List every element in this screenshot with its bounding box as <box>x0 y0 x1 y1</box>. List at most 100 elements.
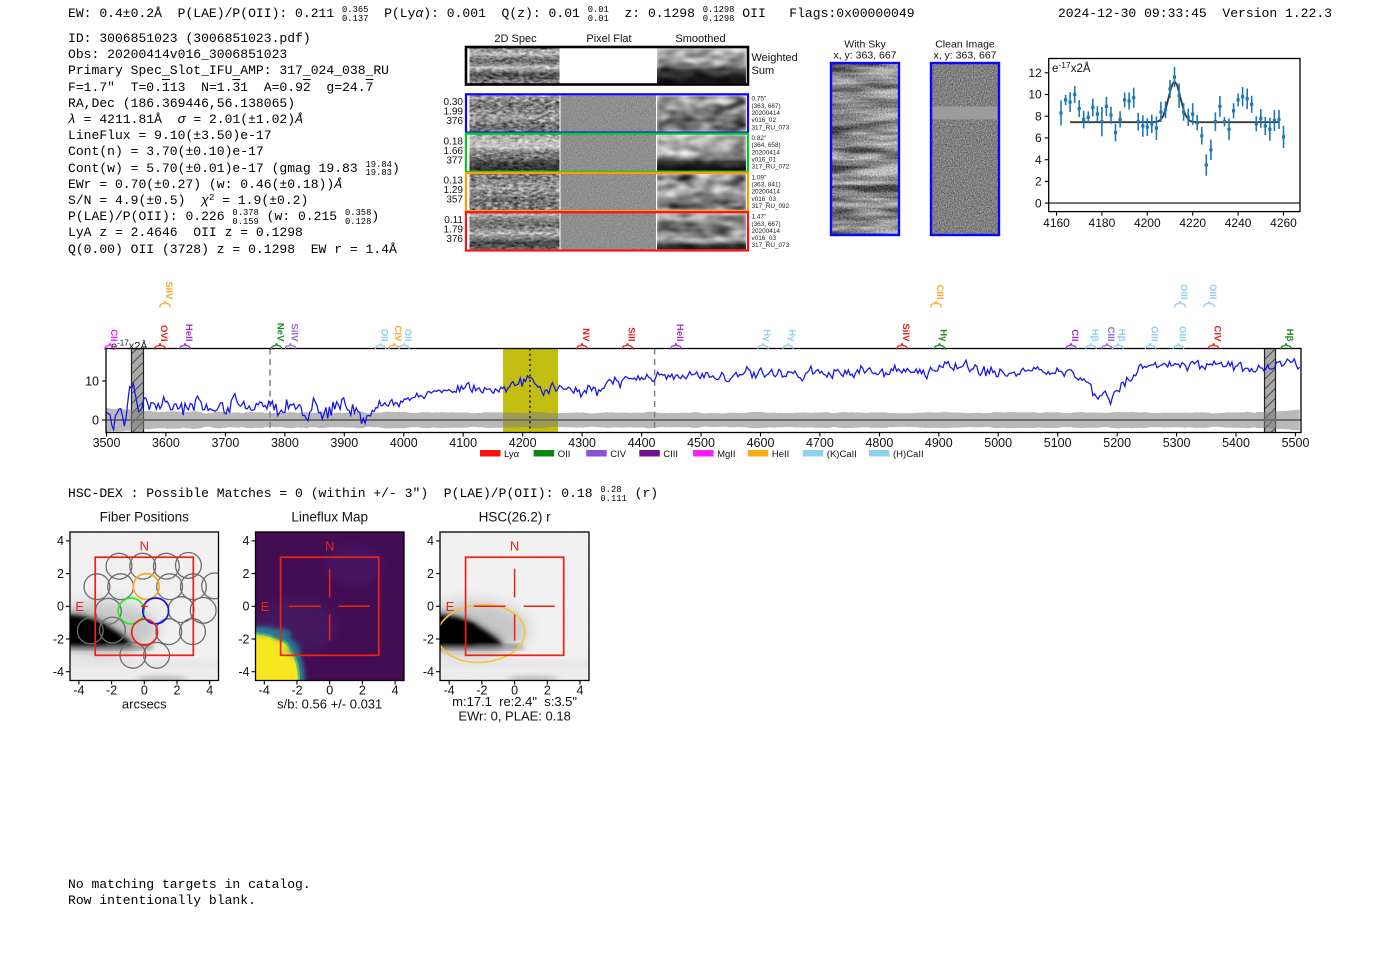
svg-text:2D Spec: 2D Spec <box>494 33 537 45</box>
svg-text:5200: 5200 <box>1103 436 1131 450</box>
svg-text:OIII: OIII <box>1177 326 1188 342</box>
svg-text:Hγ: Hγ <box>761 329 772 342</box>
svg-text:3800: 3800 <box>271 436 299 450</box>
svg-text:0: 0 <box>243 600 250 614</box>
svg-text:CIV: CIV <box>1212 326 1223 343</box>
svg-text:20200414: 20200414 <box>752 110 781 117</box>
svg-text:4260: 4260 <box>1270 216 1297 230</box>
svg-text:N: N <box>325 539 334 554</box>
svg-text:SiII: SiII <box>626 327 637 342</box>
svg-text:3500: 3500 <box>93 436 121 450</box>
svg-text:MgII: MgII <box>717 449 735 460</box>
svg-text:3900: 3900 <box>330 436 358 450</box>
svg-text:4220: 4220 <box>1179 216 1206 230</box>
svg-text:4: 4 <box>206 684 213 698</box>
svg-text:v016_01: v016_01 <box>752 156 777 163</box>
svg-text:(H)CaII: (H)CaII <box>893 449 924 460</box>
svg-text:4200: 4200 <box>509 436 537 450</box>
svg-text:CII: CII <box>108 329 119 342</box>
svg-text:2: 2 <box>57 567 64 581</box>
svg-text:(363, 667): (363, 667) <box>752 221 781 228</box>
svg-text:Lyα: Lyα <box>504 449 520 460</box>
svg-text:-2: -2 <box>53 632 64 646</box>
svg-text:e-17x2Å: e-17x2Å <box>1052 60 1091 75</box>
svg-text:OIII: OIII <box>1178 284 1189 300</box>
svg-text:4600: 4600 <box>747 436 775 450</box>
svg-text:3700: 3700 <box>211 436 239 450</box>
svg-text:4240: 4240 <box>1225 216 1252 230</box>
svg-text:Fiber Positions: Fiber Positions <box>100 510 190 525</box>
svg-text:20200414: 20200414 <box>752 189 781 196</box>
svg-text:4: 4 <box>392 684 399 698</box>
svg-text:Lineflux Map: Lineflux Map <box>291 510 368 525</box>
svg-text:5400: 5400 <box>1222 436 1250 450</box>
svg-text:-4: -4 <box>238 665 249 679</box>
svg-text:12: 12 <box>1028 66 1042 80</box>
svg-text:8: 8 <box>1035 109 1042 123</box>
svg-text:x, y: 363, 667: x, y: 363, 667 <box>833 50 896 62</box>
svg-text:Hβ: Hβ <box>1089 329 1100 342</box>
svg-text:OII: OII <box>558 449 571 460</box>
svg-text:0: 0 <box>92 414 99 428</box>
svg-text:Hβ: Hβ <box>1284 329 1295 342</box>
svg-text:0: 0 <box>141 684 148 698</box>
svg-text:2: 2 <box>1035 175 1042 189</box>
svg-text:-4: -4 <box>423 665 434 679</box>
svg-text:10: 10 <box>85 375 99 389</box>
svg-text:4200: 4200 <box>1134 216 1161 230</box>
svg-text:NeV: NeV <box>275 323 286 342</box>
svg-text:4: 4 <box>577 684 584 698</box>
svg-text:4300: 4300 <box>568 436 596 450</box>
svg-text:CIII: CIII <box>663 449 678 460</box>
svg-text:4160: 4160 <box>1043 216 1070 230</box>
svg-text:E: E <box>75 599 84 614</box>
svg-text:3600: 3600 <box>152 436 180 450</box>
svg-text:CIV: CIV <box>610 449 627 460</box>
svg-text:2: 2 <box>359 684 366 698</box>
svg-text:arcsecs: arcsecs <box>122 697 167 712</box>
svg-text:1.09": 1.09" <box>752 174 767 181</box>
svg-text:20200414: 20200414 <box>752 228 781 235</box>
svg-text:6: 6 <box>1035 131 1042 145</box>
svg-text:Smoothed: Smoothed <box>675 33 725 45</box>
svg-text:SiIV: SiIV <box>289 323 300 342</box>
svg-text:0: 0 <box>57 600 64 614</box>
svg-text:4: 4 <box>1035 153 1042 167</box>
svg-text:HeII: HeII <box>674 324 685 342</box>
svg-text:0: 0 <box>326 684 333 698</box>
svg-text:E: E <box>261 599 270 614</box>
svg-text:376: 376 <box>446 234 463 245</box>
svg-text:CIII: CIII <box>934 285 945 300</box>
svg-text:-4: -4 <box>259 684 270 698</box>
svg-text:v016_03: v016_03 <box>752 235 777 242</box>
svg-text:CIII: CIII <box>1105 327 1116 342</box>
svg-text:E: E <box>446 599 455 614</box>
svg-text:Pixel Flat: Pixel Flat <box>586 33 631 45</box>
svg-text:317_RU_073: 317_RU_073 <box>752 124 790 131</box>
svg-text:4900: 4900 <box>925 436 953 450</box>
svg-text:OIII: OIII <box>1149 326 1160 342</box>
svg-text:4: 4 <box>427 534 434 548</box>
svg-text:(K)CaII: (K)CaII <box>827 449 857 460</box>
svg-text:CII: CII <box>1069 329 1080 342</box>
svg-text:Sum: Sum <box>752 65 775 77</box>
svg-text:NV: NV <box>580 328 591 342</box>
svg-text:4500: 4500 <box>687 436 715 450</box>
svg-text:317_RU_073: 317_RU_073 <box>752 242 790 249</box>
svg-text:x, y: 363, 667: x, y: 363, 667 <box>933 50 996 62</box>
svg-text:v016_02: v016_02 <box>752 117 777 124</box>
svg-text:-2: -2 <box>291 684 302 698</box>
svg-text:2: 2 <box>427 567 434 581</box>
svg-text:SiIV: SiIV <box>900 323 911 342</box>
svg-text:OIII: OIII <box>1207 284 1218 300</box>
svg-text:(363, 667): (363, 667) <box>752 103 781 110</box>
svg-text:-2: -2 <box>106 684 117 698</box>
svg-text:20200414: 20200414 <box>752 149 781 156</box>
svg-text:OVI: OVI <box>158 325 169 342</box>
svg-text:OII: OII <box>379 329 390 342</box>
svg-text:5000: 5000 <box>984 436 1012 450</box>
svg-text:-4: -4 <box>53 665 64 679</box>
svg-text:4000: 4000 <box>390 436 418 450</box>
svg-text:(363, 841): (363, 841) <box>752 182 781 189</box>
svg-text:s/b: 0.56 +/- 0.031: s/b: 0.56 +/- 0.031 <box>277 697 382 712</box>
